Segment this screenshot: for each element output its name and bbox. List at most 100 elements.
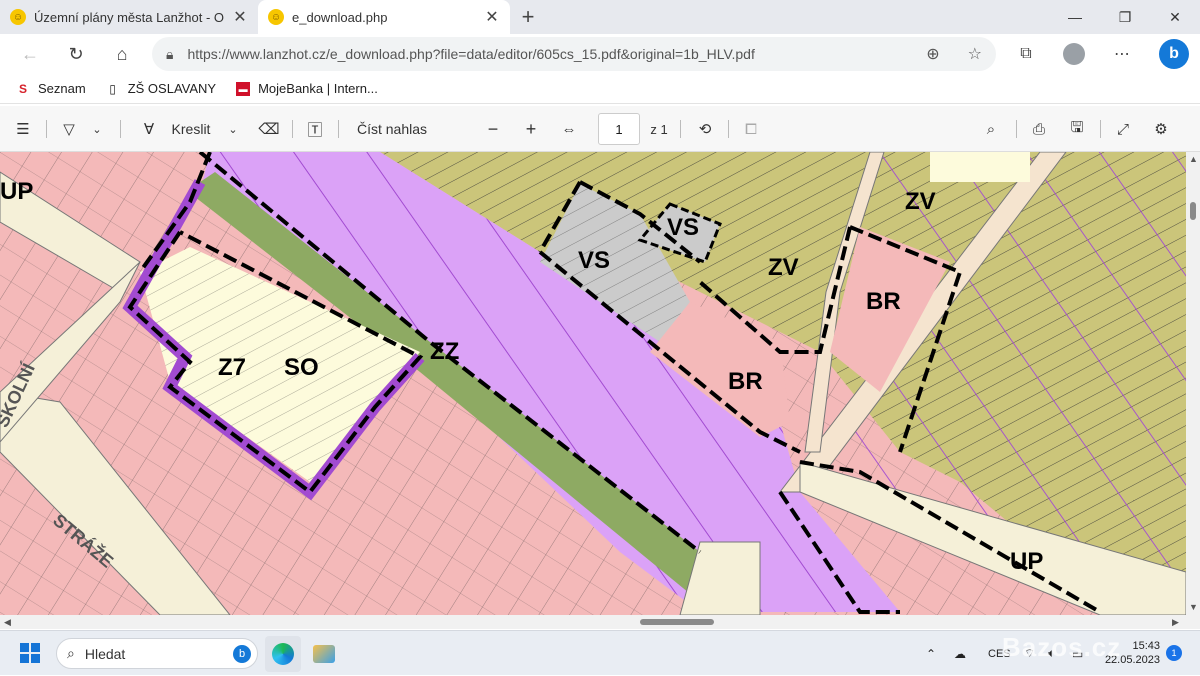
page-icon: ▯ <box>109 81 116 96</box>
pdf-toolbar: ☰ ▽ ⌄ ∀ Kreslit ⌄ ⌫ 🅃︎ Číst nahlas − + ⇔… <box>0 106 1200 152</box>
zoom-icon[interactable]: ⊕ <box>926 44 939 64</box>
tab-title: Územní plány města Lanžhot - O <box>34 9 224 25</box>
favorite-zs-oslavany[interactable]: ▯ ZŠ OSLAVANY <box>106 81 216 96</box>
notification-badge[interactable]: 1 <box>1166 645 1182 661</box>
zone-label: UP <box>1010 548 1044 575</box>
home-icon[interactable]: ⌂ <box>100 36 144 72</box>
avatar <box>1063 43 1085 65</box>
vertical-scrollbar[interactable]: ▲ ▼ <box>1186 152 1200 615</box>
fit-width-icon[interactable]: ⇔ <box>556 106 582 152</box>
edge-taskbar-button[interactable] <box>265 636 301 672</box>
photos-icon <box>313 645 335 663</box>
bing-icon: b <box>233 644 251 663</box>
refresh-icon[interactable]: ↻ <box>54 36 98 72</box>
page-view-icon[interactable]: ⧠ <box>738 106 764 152</box>
scroll-left-icon[interactable]: ◀ <box>4 617 11 628</box>
zone-label: ZV <box>905 188 936 215</box>
zone-label: BR <box>728 368 763 395</box>
page-total: z 1 <box>650 121 668 137</box>
scroll-up-icon[interactable]: ▲ <box>1189 154 1198 164</box>
address-field[interactable]: 🔒︎ https://www.lanzhot.cz/e_download.php… <box>152 37 996 71</box>
favorite-label: MojeBanka | Intern... <box>258 81 378 96</box>
tab-title: e_download.php <box>292 9 388 25</box>
cloud-icon[interactable]: ☁ <box>954 631 972 676</box>
cream-patch <box>930 152 1030 182</box>
divider <box>46 120 47 138</box>
zone-label: ZV <box>768 254 799 281</box>
collections-icon[interactable]: ⧉ <box>1008 34 1044 74</box>
draw-icon[interactable]: ∀ <box>136 106 162 152</box>
zone-label: SO <box>284 354 319 381</box>
zone-label: VS <box>578 247 611 274</box>
rotate-icon[interactable]: ⟲ <box>692 106 718 152</box>
text-icon[interactable]: 🅃︎ <box>302 106 328 152</box>
tab-strip: ☺ Územní plány města Lanžhot - O ✕ ☺ e_d… <box>0 0 1200 34</box>
edge-icon <box>272 643 294 665</box>
highlight-icon[interactable]: ▽ <box>56 106 82 152</box>
divider <box>338 120 339 138</box>
zoom-in-icon[interactable]: + <box>518 106 544 152</box>
windows-start-icon[interactable] <box>20 643 40 663</box>
taskbar-search[interactable]: ⌕ Hledat b <box>56 638 258 669</box>
search-icon[interactable]: ⌕ <box>978 106 1004 152</box>
favorite-seznam[interactable]: S Seznam <box>16 81 86 96</box>
photos-taskbar-button[interactable] <box>306 636 342 672</box>
favorites-bar: S Seznam ▯ ZŠ OSLAVANY ▬ MojeBanka | Int… <box>0 74 1200 104</box>
favorite-mojebanka[interactable]: ▬ MojeBanka | Intern... <box>236 81 378 96</box>
divider <box>292 120 293 138</box>
chevron-up-icon[interactable]: ⌃ <box>926 631 940 676</box>
chevron-down-icon[interactable]: ⌄ <box>224 106 242 152</box>
zone-label: ZZ <box>430 338 460 365</box>
zoning-map <box>0 152 1186 615</box>
zone-label: Z7 <box>218 354 247 381</box>
bing-icon: b <box>1159 39 1189 69</box>
close-window-icon[interactable]: ✕ <box>1150 0 1200 34</box>
zoom-out-icon[interactable]: − <box>480 106 506 152</box>
pdf-page-viewport[interactable]: UP VS VS ZV ZV BR BR ZZ Z7 SO UP ŠKOLNÍ … <box>0 152 1186 615</box>
horizontal-scrollbar[interactable]: ◀ ▶ <box>0 615 1200 629</box>
new-tab-button[interactable]: + <box>510 0 546 34</box>
scroll-down-icon[interactable]: ▼ <box>1189 602 1198 612</box>
divider <box>680 120 681 138</box>
favorite-label: Seznam <box>38 81 86 96</box>
more-menu-icon[interactable]: ⋯ <box>1104 34 1140 74</box>
tab-e-download[interactable]: ☺ e_download.php ✕ <box>258 0 510 34</box>
save-icon[interactable]: 🖫︎ <box>1064 106 1090 152</box>
print-icon[interactable]: ⎙ <box>1026 106 1052 152</box>
lock-icon[interactable]: 🔒︎ <box>166 46 173 63</box>
bing-button[interactable]: b <box>1156 34 1192 74</box>
maximize-icon[interactable]: ❐ <box>1100 0 1150 34</box>
window-controls: — ❐ ✕ <box>1050 0 1200 34</box>
site-favicon-icon: ☺ <box>10 9 26 25</box>
scroll-thumb[interactable] <box>640 619 714 625</box>
settings-gear-icon[interactable]: ⚙ <box>1148 106 1174 152</box>
chevron-down-icon[interactable]: ⌄ <box>88 106 106 152</box>
close-tab-icon[interactable]: ✕ <box>484 7 500 27</box>
page-number-input[interactable]: 1 <box>598 113 640 145</box>
zone-label: UP <box>0 178 34 205</box>
tab-uzemni-plany[interactable]: ☺ Územní plány města Lanžhot - O ✕ <box>0 0 258 34</box>
zone-label: BR <box>866 288 901 315</box>
divider <box>728 120 729 138</box>
favorite-label: ZŠ OSLAVANY <box>127 81 217 96</box>
scroll-thumb[interactable] <box>1190 202 1196 220</box>
divider <box>1016 120 1017 138</box>
add-favorite-icon[interactable]: ☆ <box>968 44 982 64</box>
site-favicon-icon: ☺ <box>268 9 284 25</box>
minimize-icon[interactable]: — <box>1050 0 1100 34</box>
seznam-icon: S <box>18 81 27 96</box>
contents-icon[interactable]: ☰ <box>10 106 36 152</box>
profile-button[interactable] <box>1056 34 1092 74</box>
scroll-right-icon[interactable]: ▶ <box>1172 617 1179 628</box>
close-tab-icon[interactable]: ✕ <box>232 7 248 27</box>
url-text[interactable]: https://www.lanzhot.cz/e_download.php?fi… <box>187 46 912 62</box>
fullscreen-icon[interactable]: ⤢ <box>1110 106 1136 152</box>
eraser-icon[interactable]: ⌫ <box>256 106 282 152</box>
back-icon[interactable]: ← <box>8 36 52 72</box>
bank-icon: ▬ <box>236 81 251 96</box>
divider <box>120 120 121 138</box>
search-placeholder: Hledat <box>84 645 126 662</box>
read-aloud-button[interactable]: Číst nahlas <box>350 106 434 152</box>
draw-button[interactable]: Kreslit <box>166 106 216 152</box>
address-bar-row: ← ↻ ⌂ 🔒︎ https://www.lanzhot.cz/e_downlo… <box>0 34 1200 74</box>
